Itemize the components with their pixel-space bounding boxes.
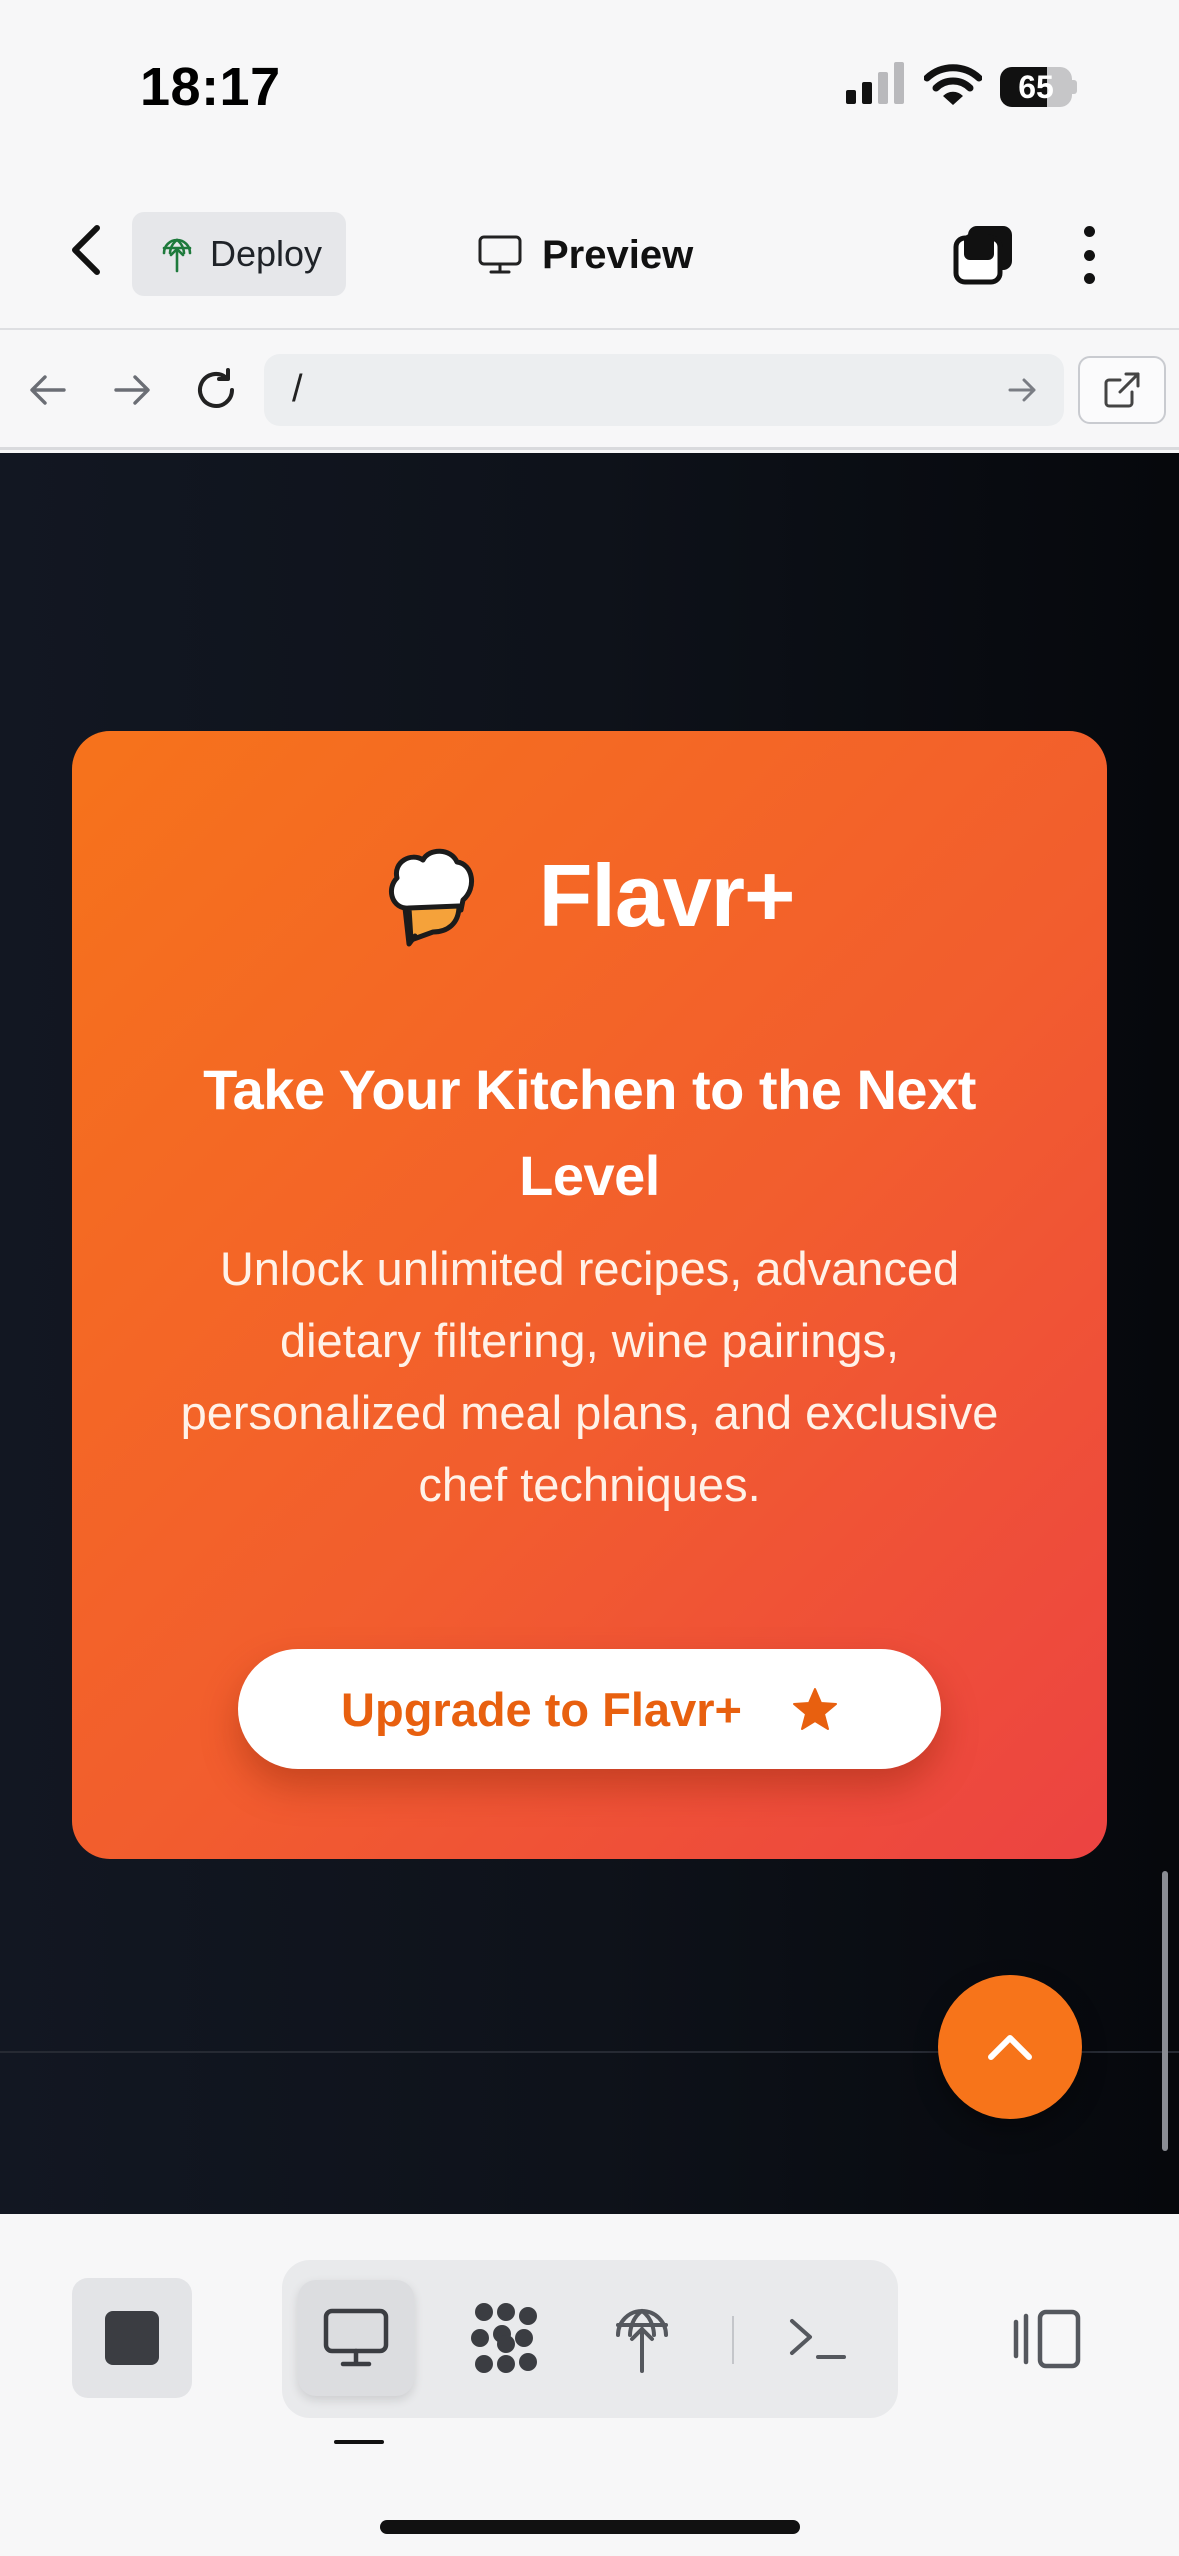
upgrade-button[interactable]: Upgrade to Flavr+ <box>238 1649 941 1769</box>
app-header: Deploy Preview <box>0 170 1179 330</box>
stop-icon <box>105 2311 159 2365</box>
monitor-icon <box>478 235 522 274</box>
status-time: 18:17 <box>140 57 281 117</box>
open-external-button[interactable] <box>1078 356 1166 424</box>
url-input[interactable]: / <box>264 354 1064 426</box>
preview-tool-button[interactable] <box>298 2280 414 2396</box>
promo-description: Unlock unlimited recipes, advanced dieta… <box>180 1242 999 1511</box>
workspace-tool-button[interactable] <box>448 2280 564 2396</box>
brand-name: Flavr+ <box>538 846 796 945</box>
battery-icon: 65 <box>1000 67 1077 107</box>
preview-viewport: Flavr+ Take Your Kitchen to the Next Lev… <box>0 453 1179 2214</box>
deploy-icon <box>616 2309 668 2373</box>
preview-label: Preview <box>542 232 694 277</box>
promo-title: Take Your Kitchen to the Next Level <box>203 1058 976 1207</box>
reload-button[interactable] <box>186 360 246 420</box>
external-link-icon <box>1104 372 1140 408</box>
status-bar: 18:17 65 <box>0 0 1179 170</box>
cellular-signal-icon <box>846 62 904 104</box>
tool-group <box>282 2260 898 2418</box>
url-path: / <box>292 368 303 410</box>
battery-percent: 65 <box>1018 69 1054 105</box>
browser-forward-button[interactable] <box>102 360 162 420</box>
promo-card: Flavr+ Take Your Kitchen to the Next Lev… <box>72 731 1107 1859</box>
back-button[interactable] <box>56 220 116 280</box>
star-icon <box>792 1688 837 1730</box>
arrow-left-icon <box>30 375 66 405</box>
tabs-icon[interactable] <box>950 222 1016 288</box>
back-chevron-icon <box>72 225 100 275</box>
url-bar: / <box>0 330 1179 450</box>
preview-tab[interactable]: Preview <box>478 220 693 290</box>
grid-dots-icon <box>471 2303 537 2373</box>
reload-icon <box>198 368 234 408</box>
terminal-tool-button[interactable] <box>760 2280 876 2396</box>
deploy-globe-icon <box>162 238 192 273</box>
layout-panel-icon <box>1013 2309 1081 2369</box>
browser-back-button[interactable] <box>18 360 78 420</box>
monitor-icon <box>323 2308 389 2367</box>
more-vertical-icon[interactable] <box>1074 220 1104 290</box>
arrow-right-icon <box>114 375 150 405</box>
scroll-to-top-button[interactable] <box>938 1975 1082 2119</box>
wifi-icon <box>924 64 982 105</box>
bottom-toolbar <box>0 2214 1179 2556</box>
deploy-button[interactable]: Deploy <box>132 212 346 296</box>
chevron-up-icon <box>988 2035 1032 2060</box>
brand-row: Flavr+ <box>72 841 1107 951</box>
tool-separator <box>732 2316 734 2364</box>
go-arrow-icon[interactable] <box>1000 368 1044 412</box>
app-screen: 18:17 65 Deploy Preview / Flavr+ Take Yo… <box>0 0 1179 2556</box>
home-indicator <box>380 2520 800 2534</box>
chef-hat-icon <box>388 848 474 947</box>
deploy-tool-button[interactable] <box>584 2280 700 2396</box>
stop-button[interactable] <box>72 2278 192 2398</box>
active-tool-indicator <box>334 2440 384 2444</box>
deploy-label: Deploy <box>210 233 323 274</box>
terminal-icon <box>790 2319 846 2359</box>
scrollbar-thumb[interactable] <box>1162 1871 1168 2151</box>
upgrade-label: Upgrade to Flavr+ <box>341 1682 742 1736</box>
layout-toggle-button[interactable] <box>1006 2294 1086 2384</box>
